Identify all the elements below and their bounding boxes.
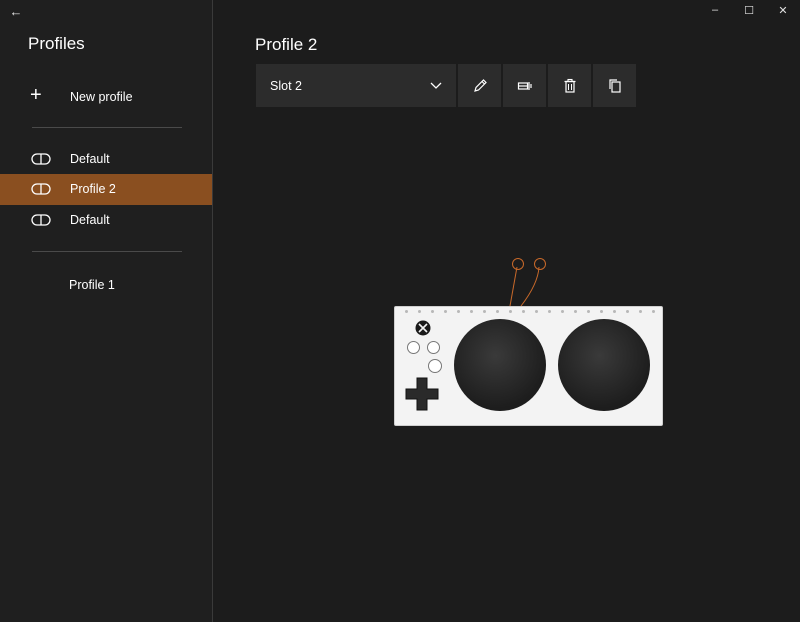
profile-item-label: Default	[70, 152, 110, 166]
new-profile-label: New profile	[70, 90, 133, 104]
minimize-icon[interactable]: –	[698, 0, 732, 20]
plus-icon: +	[30, 84, 42, 106]
menu-button[interactable]	[427, 341, 440, 354]
back-arrow-icon[interactable]: ←	[4, 2, 28, 20]
dpad-icon[interactable]	[405, 377, 439, 411]
profile-item-label: Default	[70, 213, 110, 227]
controller-map-icon	[517, 81, 532, 90]
view-button[interactable]	[407, 341, 420, 354]
slot-icon	[31, 183, 51, 195]
large-button-a[interactable]	[454, 319, 546, 411]
sidebar-divider	[32, 127, 182, 128]
edit-button[interactable]	[458, 64, 501, 107]
profile-item-profile-1[interactable]: Profile 1	[69, 278, 115, 292]
profile-item-label: Profile 2	[70, 182, 116, 196]
sidebar-title: Profiles	[28, 34, 85, 53]
copy-button[interactable]	[593, 64, 636, 107]
window-controls: – ☐ ✕	[698, 0, 800, 22]
profile-item-default-1[interactable]: Default	[0, 144, 212, 175]
callout-lines	[509, 266, 540, 307]
adaptive-controller-illustration	[394, 254, 664, 426]
callout-marker-right[interactable]	[534, 258, 546, 270]
pencil-icon	[473, 78, 487, 92]
slot-dropdown-value: Slot 2	[270, 79, 302, 93]
sidebar-divider	[32, 251, 182, 252]
profile-toolbar: Slot 2	[256, 64, 636, 107]
slot-icon	[31, 153, 51, 165]
assign-button[interactable]	[503, 64, 546, 107]
port-row	[405, 310, 655, 318]
delete-button[interactable]	[548, 64, 591, 107]
profile-button[interactable]	[428, 359, 442, 373]
chevron-down-icon	[430, 82, 442, 89]
slot-icon	[31, 214, 51, 226]
profile-item-default-2[interactable]: Default	[0, 205, 212, 236]
close-icon[interactable]: ✕	[766, 0, 800, 20]
controller-body	[394, 306, 663, 426]
profiles-sidebar: ← Profiles + New profile Default Profile…	[0, 0, 213, 622]
copy-icon	[608, 78, 621, 93]
trash-icon	[564, 78, 575, 93]
slot-dropdown[interactable]: Slot 2	[256, 64, 456, 107]
maximize-icon[interactable]: ☐	[732, 0, 766, 20]
new-profile-button[interactable]: + New profile	[0, 80, 212, 114]
profile-item-profile-2[interactable]: Profile 2	[0, 174, 212, 205]
profile-editor: – ☐ ✕ Profile 2 Slot 2	[213, 0, 800, 622]
callout-marker-left[interactable]	[512, 258, 524, 270]
xbox-logo-icon[interactable]	[415, 320, 431, 336]
page-title: Profile 2	[255, 35, 318, 54]
large-button-b[interactable]	[558, 319, 650, 411]
